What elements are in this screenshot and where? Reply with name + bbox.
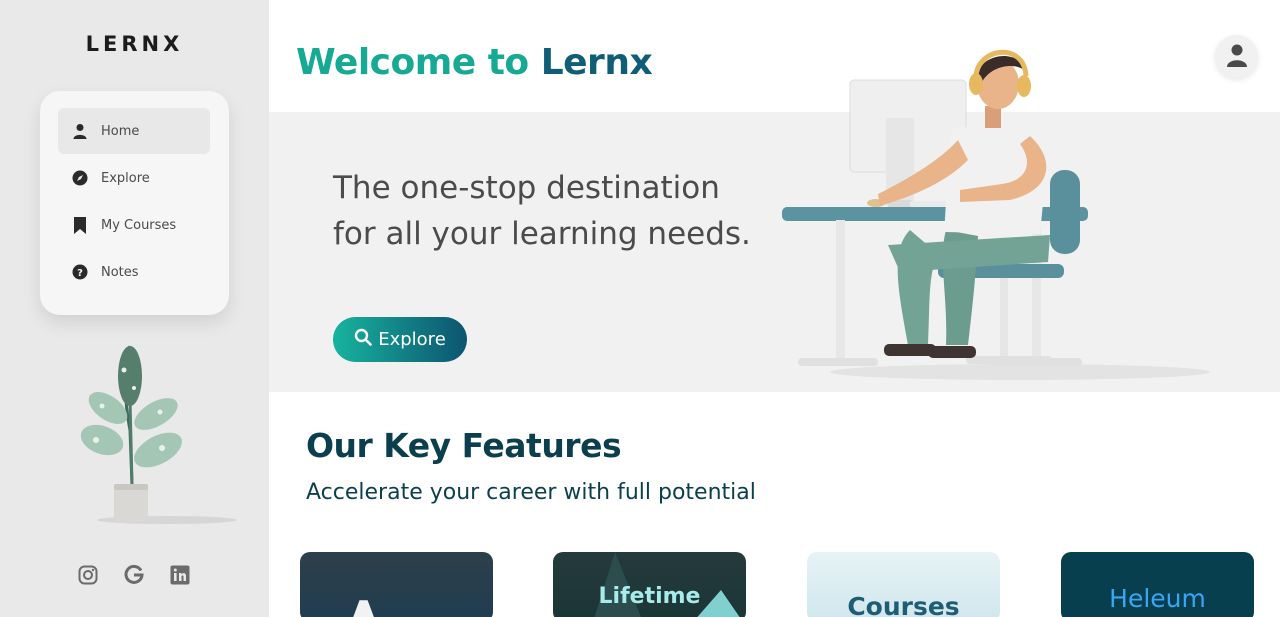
student-at-desk-illustration (770, 40, 1240, 390)
feature-card-label: Lifetime (598, 584, 701, 609)
search-icon (354, 328, 373, 351)
feature-card-label: A (349, 594, 378, 617)
social-links (76, 563, 192, 587)
sidebar-item-label: Home (101, 123, 140, 139)
brand-name: Lernx (540, 42, 653, 83)
features-title: Our Key Features (306, 426, 622, 465)
sidebar-item-label: Explore (101, 170, 150, 186)
linkedin-icon[interactable] (168, 563, 192, 587)
feature-card-label: Heleum (1109, 584, 1206, 613)
feature-card[interactable]: Courses (807, 552, 1000, 617)
feature-card[interactable]: Lifetime (553, 552, 746, 617)
welcome-text: Welcome to (296, 42, 529, 83)
app-logo[interactable]: LERNX (0, 32, 269, 56)
sidebar-item-label: Notes (101, 264, 139, 280)
google-icon[interactable] (122, 563, 146, 587)
bookmark-icon (71, 216, 89, 234)
sidebar-item-explore[interactable]: Explore (58, 155, 210, 201)
explore-button-label: Explore (378, 329, 446, 350)
user-icon (71, 122, 89, 140)
sidebar-item-my-courses[interactable]: My Courses (58, 202, 210, 248)
feature-card[interactable]: Heleum (1061, 552, 1254, 617)
question-icon: ? (71, 263, 89, 281)
compass-icon (71, 169, 89, 187)
feature-card-label: Courses (847, 592, 960, 617)
feature-card[interactable]: A (300, 552, 493, 617)
explore-button[interactable]: Explore (333, 317, 467, 362)
sidebar: LERNX Home Explore My Courses ? Notes (0, 0, 269, 617)
hero-tagline: The one-stop destination for all your le… (333, 170, 751, 252)
features-subtitle: Accelerate your career with full potenti… (306, 480, 756, 505)
sidebar-item-label: My Courses (101, 217, 177, 233)
sidebar-item-home[interactable]: Home (58, 108, 210, 154)
sidebar-item-notes[interactable]: ? Notes (58, 249, 210, 295)
plant-illustration (72, 340, 242, 535)
sidebar-nav: Home Explore My Courses ? Notes (40, 91, 229, 315)
instagram-icon[interactable] (76, 563, 100, 587)
page-title: Welcome to Lernx (296, 42, 653, 83)
svg-text:?: ? (77, 268, 83, 279)
